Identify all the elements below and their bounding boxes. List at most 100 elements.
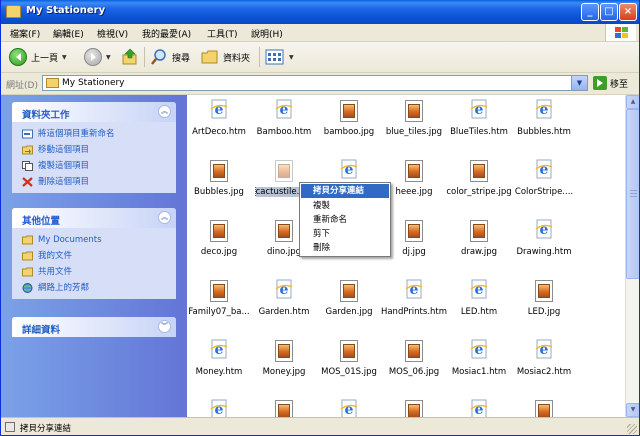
address-dropdown-icon[interactable]: ▼ [571,76,587,90]
task-copy[interactable]: 複製這個項目 [12,158,176,174]
copy-icon [22,161,33,171]
file-item[interactable]: blue_tiles.jpg [378,97,450,157]
ie-html-icon: e [210,399,228,417]
window-title: My Stationery [26,5,106,16]
scroll-thumb[interactable] [626,109,639,279]
collapse-chevron-icon[interactable]: ︽ [158,105,171,118]
menu-tools[interactable]: 工具(T) [207,27,238,40]
file-name: Money.htm [195,367,243,377]
toolbar: 上一頁 ▼ ▼ 搜尋 資料夾 ▼ [1,42,639,73]
task-delete[interactable]: 刪除這個項目 [12,174,176,190]
file-item[interactable]: e Money.htm [187,337,255,397]
folder-tasks-header[interactable]: 資料夾工作 ︽ [12,102,176,122]
search-button[interactable]: 搜尋 [150,46,190,68]
expand-chevron-icon[interactable]: ︾ [158,320,171,333]
svg-text:e: e [345,162,354,178]
file-item[interactable]: draw.jpg [443,217,515,277]
file-item[interactable]: LED.jpg [508,277,580,337]
title-bar[interactable]: My Stationery _ □ × [1,0,639,24]
file-item[interactable]: e Garden.htm [248,277,320,337]
details-header[interactable]: 詳細資料 ︾ [12,317,176,337]
ie-html-icon: e [340,159,358,179]
scroll-down-arrow-icon[interactable]: ▼ [626,403,639,417]
minimize-button[interactable]: _ [581,3,599,21]
back-dropdown-icon[interactable]: ▼ [62,54,67,61]
file-item[interactable]: Family07_ba... [187,277,255,337]
svg-text:e: e [475,342,484,358]
task-move[interactable]: 移動這個項目 [12,142,176,158]
ctx-cut[interactable]: 剪下 [301,227,389,241]
menu-file[interactable]: 檔案(F) [10,27,40,40]
place-network[interactable]: 網路上的芳鄰 [12,280,176,296]
file-item[interactable] [248,397,320,417]
file-item[interactable]: e [187,397,255,417]
place-my-files[interactable]: 我的文件 [12,248,176,264]
file-item[interactable]: e [313,397,385,417]
file-name: ColorStripe.... [514,187,574,197]
ctx-copy-share-link[interactable]: 拷貝分享連結 [301,184,389,198]
place-my-documents[interactable]: My Documents [12,232,176,248]
views-button[interactable]: ▼ [265,46,294,68]
jpeg-image-icon [405,340,423,362]
file-item[interactable]: e LED.htm [443,277,515,337]
svg-text:e: e [540,222,549,238]
file-item[interactable]: e ArtDeco.htm [187,97,255,157]
file-item[interactable]: e Bubbles.htm [508,97,580,157]
place-my-documents-label: My Documents [38,235,102,245]
resize-grip[interactable] [627,424,637,434]
maximize-button[interactable]: □ [600,3,618,21]
forward-dropdown-icon[interactable]: ▼ [106,54,111,61]
file-item[interactable]: MOS_06.jpg [378,337,450,397]
back-button[interactable]: 上一頁 ▼ [9,46,67,68]
menu-help[interactable]: 說明(H) [251,27,283,40]
ctx-copy[interactable]: 複製 [301,199,389,213]
other-places-panel: 其他位置 ︽ My Documents 我的文件 共用文件 網路上的芳鄰 [12,208,176,299]
views-dropdown-icon[interactable]: ▼ [289,54,294,61]
file-name: Bubbles.htm [517,127,571,137]
file-item[interactable]: deco.jpg [187,217,255,277]
place-shared-documents[interactable]: 共用文件 [12,264,176,280]
windows-logo-icon [605,24,636,41]
file-item[interactable]: MOS_01S.jpg [313,337,385,397]
task-rename[interactable]: 將這個項目重新命名 [12,126,176,142]
file-item[interactable]: e Mosiac1.htm [443,337,515,397]
up-folder-button[interactable] [121,46,139,68]
file-item[interactable]: e [443,397,515,417]
file-item[interactable]: e Drawing.htm [508,217,580,277]
vertical-scrollbar[interactable]: ▲ ▼ [625,95,639,417]
ie-html-icon: e [535,159,553,179]
file-item[interactable] [508,397,580,417]
menu-favorites[interactable]: 我的最愛(A) [142,27,191,40]
file-item[interactable]: e Bamboo.htm [248,97,320,157]
address-bar: 網址(D) My Stationery ▼ 移至 [1,73,639,95]
ctx-rename[interactable]: 重新命名 [301,213,389,227]
file-item[interactable]: Money.jpg [248,337,320,397]
file-item[interactable]: bamboo.jpg [313,97,385,157]
close-button[interactable]: × [619,3,637,21]
file-item[interactable]: Bubbles.jpg [187,157,255,217]
svg-text:e: e [280,102,289,118]
address-input[interactable]: My Stationery ▼ [42,75,588,91]
menu-edit[interactable]: 編輯(E) [53,27,84,40]
shared-folder-icon [22,267,33,277]
file-item[interactable]: e Mosiac2.htm [508,337,580,397]
scroll-up-arrow-icon[interactable]: ▲ [626,95,639,109]
ctx-delete[interactable]: 刪除 [301,241,389,255]
ie-html-icon: e [535,219,553,239]
menu-view[interactable]: 檢視(V) [97,27,128,40]
go-button[interactable]: 移至 [593,76,628,90]
other-places-header[interactable]: 其他位置 ︽ [12,208,176,228]
file-list[interactable]: e ArtDeco.htm e Bamboo.htm bamboo.jpg blue_ti… [187,95,625,417]
jpeg-image-icon [535,400,553,417]
file-item[interactable]: e ColorStripe.... [508,157,580,217]
ie-html-icon: e [470,279,488,299]
forward-button[interactable]: ▼ [84,46,111,68]
file-item[interactable] [378,397,450,417]
svg-text:e: e [475,282,484,298]
collapse-chevron-icon[interactable]: ︽ [158,211,171,224]
file-item[interactable]: e BlueTiles.htm [443,97,515,157]
file-item[interactable]: color_stripe.jpg [443,157,515,217]
folders-button[interactable]: 資料夾 [201,46,250,68]
file-item[interactable]: e HandPrints.htm [378,277,450,337]
file-item[interactable]: Garden.jpg [313,277,385,337]
